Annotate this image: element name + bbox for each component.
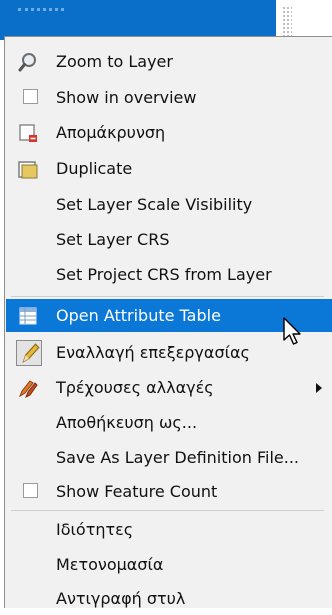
menu-item-label: Show in overview xyxy=(56,88,197,107)
menu-item-set-layer-crs[interactable]: Set Layer CRS xyxy=(6,223,332,256)
checkbox[interactable] xyxy=(23,89,38,104)
menu-item-label: Απομάκρυνση xyxy=(56,123,166,142)
menu-item-show-feature-count[interactable]: Show Feature Count xyxy=(6,475,332,508)
attribute-table-icon xyxy=(19,307,37,325)
pencil-icon xyxy=(22,343,40,364)
menu-item-label: Show Feature Count xyxy=(56,482,218,501)
menu-item-duplicate[interactable]: Duplicate xyxy=(6,152,332,185)
menu-item-label: Αποθήκευση ως... xyxy=(56,413,198,432)
menu-item-label: Τρέχουσες αλλαγές xyxy=(56,378,214,397)
menu-item-label: Set Project CRS from Layer xyxy=(56,265,272,284)
menu-item-save-as-layer-definition-file[interactable]: Save As Layer Definition File... xyxy=(6,441,332,474)
menu-item-zoom-to-layer[interactable]: Zoom to Layer xyxy=(6,45,332,78)
menu-item-set-project-crs-from-layer[interactable]: Set Project CRS from Layer xyxy=(6,258,332,291)
checkbox[interactable] xyxy=(23,483,38,498)
menu-item-label: Αντιγραφή στυλ xyxy=(56,589,186,608)
menu-item-label: Duplicate xyxy=(56,159,133,178)
layer-name-fragment xyxy=(18,8,64,21)
menu-separator xyxy=(11,296,324,297)
menu-item-label: Ιδιότητες xyxy=(56,520,134,539)
edits-icon xyxy=(18,380,38,398)
remove-layer-icon xyxy=(19,124,37,142)
menu-item-label: Save As Layer Definition File... xyxy=(56,448,300,467)
menu-item-current-edits[interactable]: Τρέχουσες αλλαγές xyxy=(6,371,332,404)
menu-item-label: Zoom to Layer xyxy=(56,52,173,71)
menu-item-copy-style[interactable]: Αντιγραφή στυλ xyxy=(6,582,332,615)
selected-layer-row[interactable] xyxy=(0,0,276,40)
menu-item-set-layer-scale-visibility[interactable]: Set Layer Scale Visibility xyxy=(6,188,332,221)
menu-item-label: Set Layer CRS xyxy=(56,230,170,249)
menu-item-remove-layer[interactable]: Απομάκρυνση xyxy=(6,116,332,149)
menu-item-save-as[interactable]: Αποθήκευση ως... xyxy=(6,406,332,439)
menu-item-label: Open Attribute Table xyxy=(56,306,221,325)
menu-item-label: Set Layer Scale Visibility xyxy=(56,195,253,214)
menu-item-show-in-overview[interactable]: Show in overview xyxy=(6,81,332,114)
menu-separator xyxy=(11,510,324,511)
submenu-arrow-icon xyxy=(316,383,322,393)
menu-item-label: Μετονομασία xyxy=(56,555,164,574)
magnifier-icon xyxy=(18,53,36,72)
menu-item-label: Εναλλαγή επεξεργασίας xyxy=(56,343,250,362)
menu-item-rename[interactable]: Μετονομασία xyxy=(6,548,332,581)
menu-item-properties[interactable]: Ιδιότητες xyxy=(6,513,332,546)
duplicate-layer-icon xyxy=(18,161,38,179)
mouse-pointer-icon xyxy=(283,317,301,345)
